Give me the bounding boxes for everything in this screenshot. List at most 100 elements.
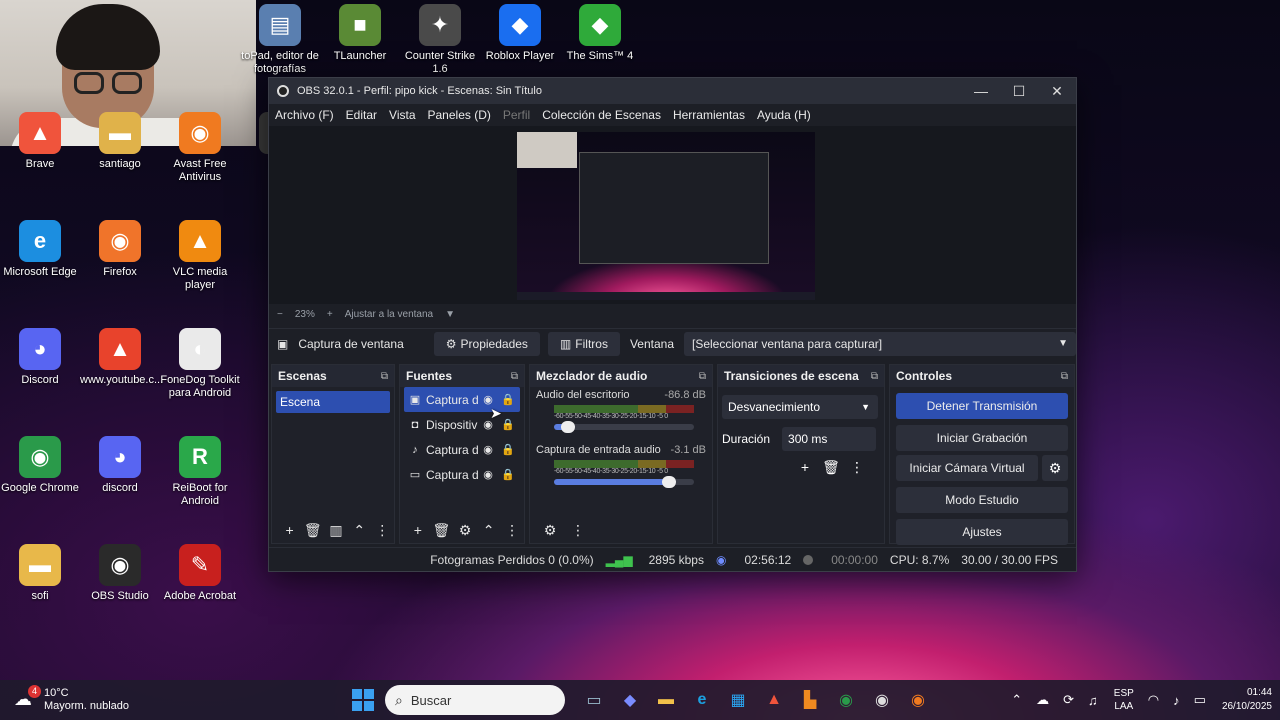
source-settings-icon[interactable]: ⚙: [453, 522, 477, 539]
preview-area[interactable]: [269, 126, 1076, 304]
zoom-in-button[interactable]: +: [327, 309, 333, 320]
source-item[interactable]: ◘ Dispositiv ◉ 🔒: [400, 412, 524, 437]
battery-icon[interactable]: ▭: [1194, 692, 1206, 708]
desktop-shortcut[interactable]: ■ TLauncher: [320, 4, 400, 63]
more-icon[interactable]: ⋮: [500, 522, 524, 539]
microphone-icon[interactable]: ♫: [1088, 693, 1098, 708]
gear-icon[interactable]: ⚙: [1042, 455, 1068, 481]
wifi-icon[interactable]: ◠: [1148, 692, 1159, 708]
move-up-icon[interactable]: ⌃: [348, 522, 371, 539]
desktop-shortcut[interactable]: ▬ sofi: [0, 544, 80, 603]
undock-icon[interactable]: ⧉: [511, 371, 518, 382]
language-indicator[interactable]: ESP LAA: [1114, 687, 1134, 713]
fit-window-select[interactable]: Ajustar a la ventana: [345, 309, 433, 320]
undock-icon[interactable]: ⧉: [871, 371, 878, 382]
menu-view[interactable]: Vista: [389, 108, 415, 122]
remove-transition-button[interactable]: 🗑: [818, 459, 844, 476]
lock-icon[interactable]: 🔒: [498, 468, 518, 481]
desktop-shortcut[interactable]: ◆ The Sims™ 4: [560, 4, 640, 63]
mixer-settings-icon[interactable]: ⚙: [536, 522, 564, 539]
weather-widget[interactable]: ☁ 4 10°C Mayorm. nublado: [0, 685, 200, 713]
menu-tools[interactable]: Herramientas: [673, 108, 745, 122]
remove-scene-button[interactable]: 🗑: [301, 522, 324, 539]
avast-taskbar-icon[interactable]: ◉: [900, 686, 936, 714]
duration-input[interactable]: 300 ms: [782, 427, 877, 451]
scene-filters-icon[interactable]: ▥: [324, 522, 347, 539]
start-button[interactable]: [352, 689, 374, 711]
more-icon[interactable]: ⋮: [564, 522, 592, 539]
menu-edit[interactable]: Editar: [346, 108, 377, 122]
more-icon[interactable]: ⋮: [844, 459, 870, 476]
desktop-shortcut[interactable]: ◕ Discord: [0, 328, 80, 387]
menu-profile[interactable]: Perfil: [503, 108, 530, 122]
task-view-icon[interactable]: ▭: [576, 686, 612, 714]
volume-slider[interactable]: [554, 476, 694, 488]
properties-button[interactable]: ⚙ Propiedades: [433, 331, 540, 356]
desktop-shortcut[interactable]: ◉ OBS Studio: [80, 544, 160, 603]
cloud-icon[interactable]: ☁: [1036, 692, 1049, 708]
zoom-out-button[interactable]: −: [277, 309, 283, 320]
add-transition-button[interactable]: +: [792, 459, 818, 476]
volume-knob[interactable]: [561, 421, 575, 433]
chevron-up-icon[interactable]: ⌃: [1011, 692, 1022, 708]
undock-icon[interactable]: ⧉: [381, 371, 388, 382]
undock-icon[interactable]: ⧉: [1061, 371, 1068, 382]
obs-taskbar-icon[interactable]: ◉: [864, 686, 900, 714]
menu-docks[interactable]: Paneles (D): [428, 108, 491, 122]
desktop-shortcut[interactable]: ✦ Counter Strike 1.6: [400, 4, 480, 76]
file-explorer-icon[interactable]: ▬: [648, 686, 684, 714]
volume-icon[interactable]: ♪: [1173, 693, 1180, 708]
desktop-shortcut[interactable]: ◐ FoneDog Toolkit para Android: [160, 328, 240, 400]
start-recording-button[interactable]: Iniciar Grabación: [896, 425, 1068, 451]
store-icon[interactable]: ▦: [720, 686, 756, 714]
chevron-down-icon[interactable]: ▼: [445, 309, 455, 320]
source-item[interactable]: ♪ Captura d ◉ 🔒: [400, 437, 524, 462]
transition-select[interactable]: Desvanecimiento ▼: [722, 395, 878, 419]
volume-slider[interactable]: [554, 421, 694, 433]
desktop-shortcut[interactable]: ◉ Avast Free Antivirus: [160, 112, 240, 184]
desktop-shortcut[interactable]: R ReiBoot for Android: [160, 436, 240, 508]
desktop-shortcut[interactable]: ▲ VLC media player: [160, 220, 240, 292]
desktop-shortcut[interactable]: ◆ Roblox Player: [480, 4, 560, 63]
eye-icon[interactable]: ◉: [478, 468, 498, 481]
filters-button[interactable]: ▥ Filtros: [547, 331, 620, 356]
move-up-icon[interactable]: ⌃: [477, 522, 501, 539]
chrome-taskbar-icon[interactable]: ◉: [828, 686, 864, 714]
settings-button[interactable]: Ajustes: [896, 519, 1068, 545]
menu-file[interactable]: Archivo (F): [275, 108, 334, 122]
eye-icon[interactable]: ◉: [478, 443, 498, 456]
source-item[interactable]: ▭ Captura d ◉ 🔒: [400, 462, 524, 487]
desktop-shortcut[interactable]: ▤ toPad, editor de fotografías: [240, 4, 320, 76]
menu-scene-collection[interactable]: Colección de Escenas: [542, 108, 661, 122]
desktop-shortcut[interactable]: e Microsoft Edge: [0, 220, 80, 279]
studio-mode-button[interactable]: Modo Estudio: [896, 487, 1068, 513]
sync-icon[interactable]: ⟳: [1063, 692, 1074, 708]
fl-studio-icon[interactable]: ▙: [792, 686, 828, 714]
clock[interactable]: 01:44 26/10/2025: [1222, 686, 1272, 714]
desktop-shortcut[interactable]: ✎ Adobe Acrobat: [160, 544, 240, 603]
menu-help[interactable]: Ayuda (H): [757, 108, 811, 122]
more-icon[interactable]: ⋮: [371, 522, 394, 539]
search-box[interactable]: ⌕ Buscar: [385, 685, 565, 715]
volume-knob[interactable]: [661, 476, 676, 488]
close-button[interactable]: ✕: [1038, 83, 1076, 100]
scene-item[interactable]: Escena: [276, 391, 390, 413]
remove-source-button[interactable]: 🗑: [430, 522, 454, 539]
maximize-button[interactable]: ☐: [1000, 83, 1038, 100]
add-scene-button[interactable]: +: [278, 522, 301, 538]
undock-icon[interactable]: ⧉: [699, 371, 706, 382]
window-select[interactable]: [Seleccionar ventana para capturar] ▼: [684, 331, 1076, 356]
desktop-shortcut[interactable]: ◉ Firefox: [80, 220, 160, 279]
edge-taskbar-icon[interactable]: e: [684, 686, 720, 714]
desktop-shortcut[interactable]: ◕ discord: [80, 436, 160, 495]
desktop-shortcut[interactable]: ▲ www.youtube.c...: [80, 328, 163, 387]
start-virtual-camera-button[interactable]: Iniciar Cámara Virtual: [896, 455, 1038, 481]
source-item[interactable]: ▣ Captura d ◉ 🔒: [404, 387, 520, 412]
minimize-button[interactable]: —: [962, 83, 1000, 100]
desktop-shortcut[interactable]: ▲ Brave: [0, 112, 80, 171]
desktop-shortcut[interactable]: ▬ santiago: [80, 112, 160, 171]
lock-icon[interactable]: 🔒: [498, 443, 518, 456]
brave-taskbar-icon[interactable]: ▲: [756, 686, 792, 714]
stop-stream-button[interactable]: Detener Transmisión: [896, 393, 1068, 419]
copilot-icon[interactable]: ◆: [612, 686, 648, 714]
